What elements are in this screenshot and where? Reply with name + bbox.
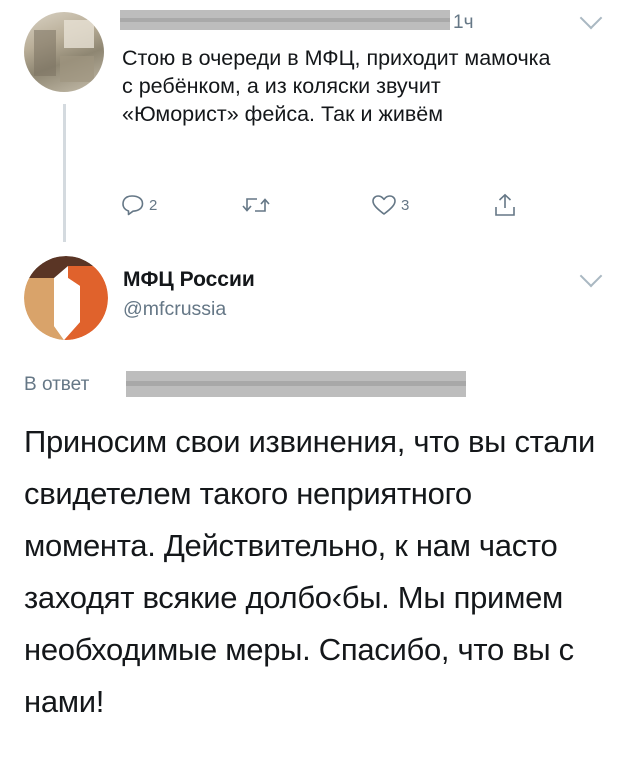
retweet-button[interactable] [241,192,271,218]
author-name[interactable]: МФЦ России [123,268,255,292]
avatar-photo-detail [60,56,94,82]
reply-icon [122,195,144,216]
reply-tweet-text: Приносим свои извинения, что вы стали св… [24,424,595,719]
chevron-down-icon[interactable] [579,264,603,288]
share-icon [495,193,515,216]
mfc-avatar[interactable] [24,256,108,340]
share-button[interactable] [494,192,516,218]
like-count: 3 [401,196,410,214]
reply-button[interactable]: 2 [121,192,157,218]
redacted-author-name [120,10,450,30]
retweet-icon [242,198,270,212]
avatar-photo-detail [64,20,94,48]
tweet-timestamp[interactable]: 1ч [453,12,473,34]
chevron-down-icon[interactable] [579,6,603,30]
author-handle[interactable]: @mfcrussia [123,298,226,321]
thread-connector-line [63,104,66,242]
avatar-photo-detail [34,30,56,76]
reply-count: 2 [149,196,158,214]
mfc-logo-icon [24,256,108,340]
redacted-reply-target [126,371,466,397]
tweet-text: Стою в очереди в МФЦ, приходит мамочка с… [122,46,551,126]
like-button[interactable]: 3 [371,192,409,218]
reply-to-label: В ответ [24,374,90,395]
heart-icon [372,195,396,215]
user-avatar[interactable] [24,12,104,92]
